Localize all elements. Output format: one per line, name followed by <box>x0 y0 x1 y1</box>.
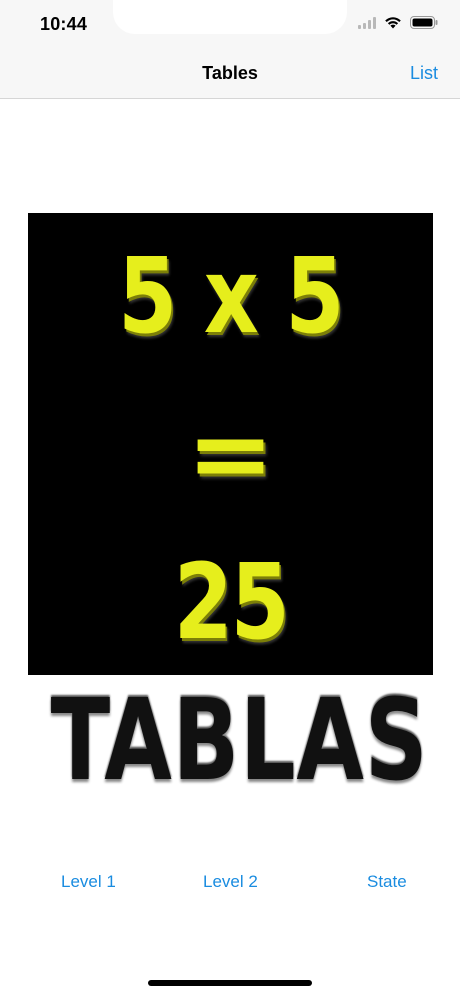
bottom-button-bar: Level 1 Level 2 State <box>0 872 460 896</box>
signal-icon <box>358 16 376 29</box>
page-title: Tables <box>202 63 258 83</box>
state-button[interactable]: State <box>367 872 407 892</box>
equation-factors: 5 x 5 <box>118 235 345 357</box>
equation-equals: = <box>186 395 275 512</box>
status-icons <box>358 16 438 29</box>
equation-result: 25 <box>173 541 290 663</box>
status-bar: 10:44 <box>0 0 460 50</box>
status-time: 10:44 <box>40 14 88 34</box>
home-indicator[interactable] <box>148 980 312 986</box>
wifi-icon <box>385 17 401 29</box>
multiplication-image: 5 x 5 = 25 <box>28 213 433 675</box>
app-screen: 10:44 Tables List 5 x 5 = 25 TABLAS Leve… <box>0 0 460 996</box>
level-1-button[interactable]: Level 1 <box>61 872 116 892</box>
tablas-logo-text: TABLAS <box>50 676 429 806</box>
navigation-bar: Tables List <box>0 50 460 99</box>
battery-icon <box>410 16 438 29</box>
level-2-button[interactable]: Level 2 <box>203 872 258 892</box>
list-button[interactable]: List <box>410 63 438 84</box>
notch <box>113 0 347 34</box>
